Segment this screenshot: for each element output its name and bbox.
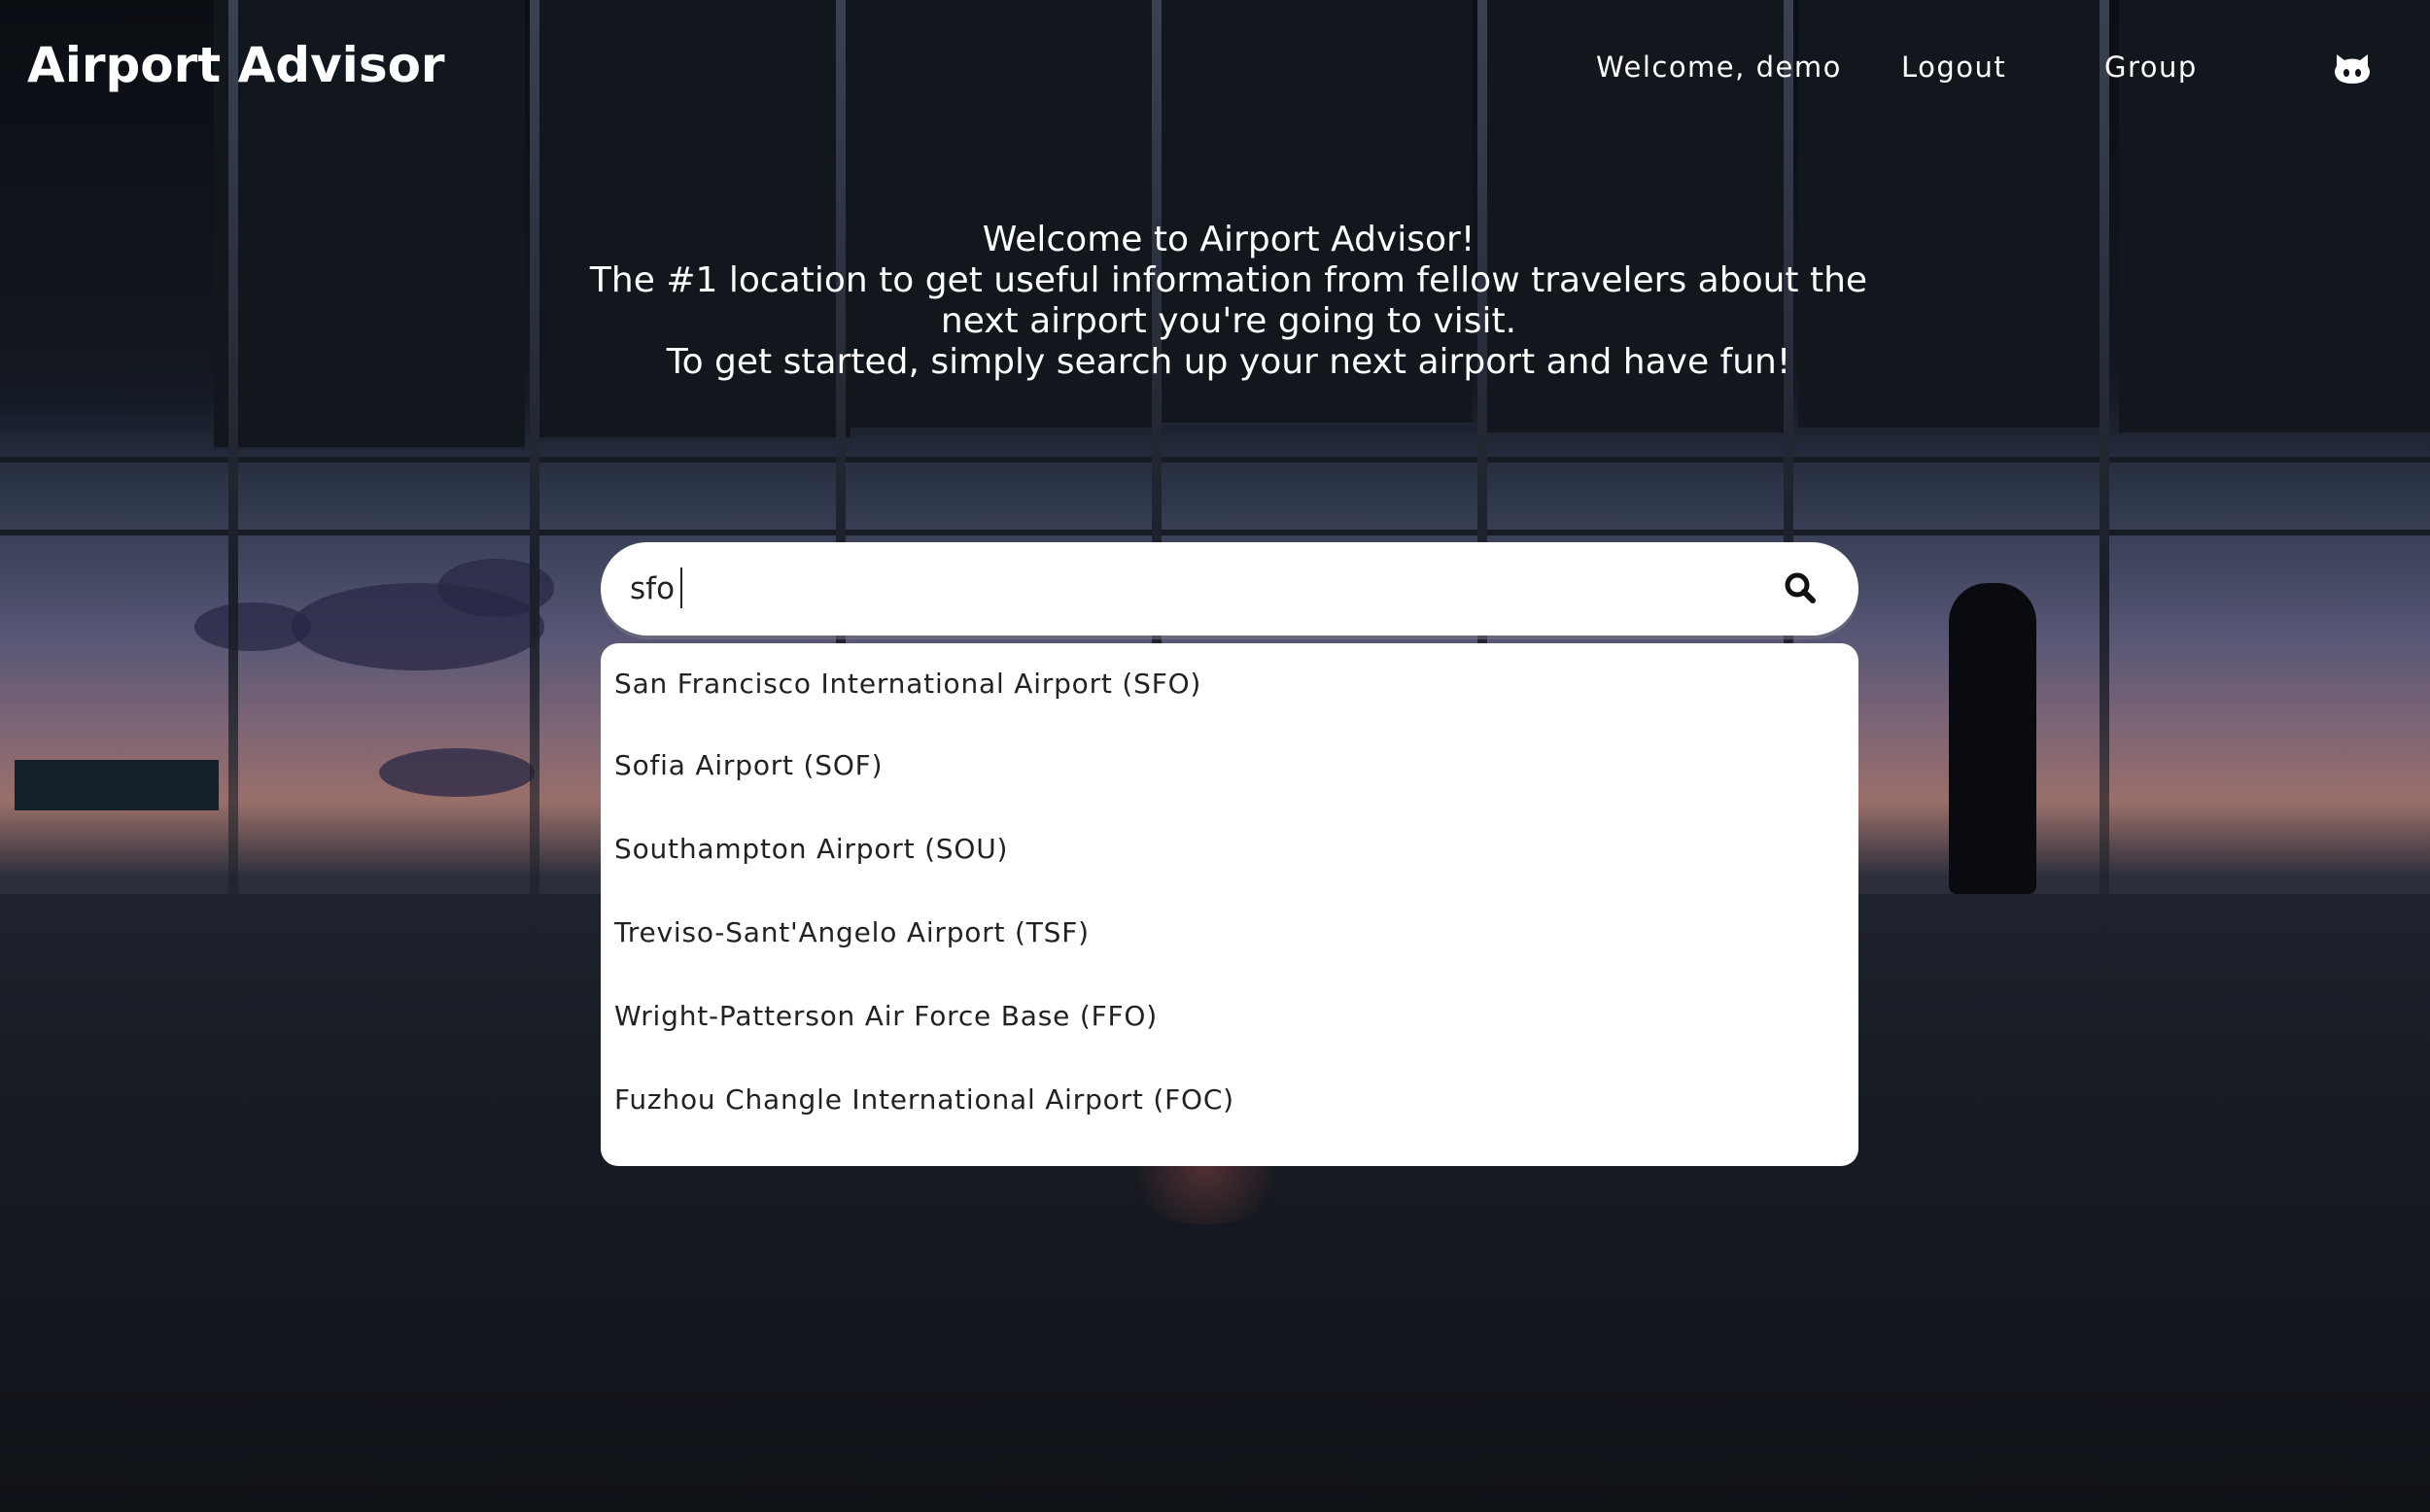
cloud bbox=[379, 748, 535, 797]
suggestion-item[interactable]: Sofia Airport (SOF) bbox=[614, 737, 1839, 795]
search-icon[interactable] bbox=[1779, 567, 1823, 611]
hero-line: The #1 location to get useful informatio… bbox=[589, 260, 1868, 300]
suggestion-item[interactable]: Fuzhou Changle International Airport (FO… bbox=[614, 1071, 1839, 1129]
suggestion-item[interactable]: Wright-Patterson Air Force Base (FFO) bbox=[614, 987, 1839, 1046]
logout-link[interactable]: Logout bbox=[1901, 51, 2006, 84]
suggestion-item[interactable]: Treviso-Sant'Angelo Airport (TSF) bbox=[614, 904, 1839, 962]
search-bar bbox=[601, 542, 1858, 636]
hero-line: next airport you're going to visit. bbox=[940, 301, 1517, 341]
hero-intro: Welcome to Airport Advisor! The #1 locat… bbox=[486, 220, 1971, 383]
search-input[interactable] bbox=[630, 560, 1728, 618]
search-suggestions-dropdown: San Francisco International Airport (SFO… bbox=[601, 643, 1858, 1166]
suggestion-item[interactable]: Southampton Airport (SOU) bbox=[614, 820, 1839, 878]
ceiling-beam bbox=[0, 457, 2430, 463]
text-caret bbox=[680, 567, 682, 608]
welcome-user-link[interactable]: Welcome, demo bbox=[1596, 51, 1842, 84]
hero-title: Welcome to Airport Advisor! bbox=[982, 220, 1475, 259]
hero-line: To get started, simply search up your ne… bbox=[666, 342, 1791, 382]
window-pillar bbox=[530, 0, 539, 972]
window-pillar bbox=[228, 0, 238, 972]
window-pillar bbox=[2100, 0, 2109, 972]
top-navbar: Airport Advisor Welcome, demo Logout Gro… bbox=[0, 0, 2430, 136]
group-link[interactable]: Group bbox=[2104, 51, 2198, 84]
brand-logo[interactable]: Airport Advisor bbox=[27, 37, 445, 93]
traveler-silhouette-head bbox=[1959, 588, 2003, 642]
suggestion-item[interactable]: San Francisco International Airport (SFO… bbox=[614, 655, 1839, 713]
ceiling-beam bbox=[0, 530, 2430, 535]
github-icon[interactable] bbox=[2331, 47, 2374, 89]
airfield-sign bbox=[15, 760, 219, 810]
